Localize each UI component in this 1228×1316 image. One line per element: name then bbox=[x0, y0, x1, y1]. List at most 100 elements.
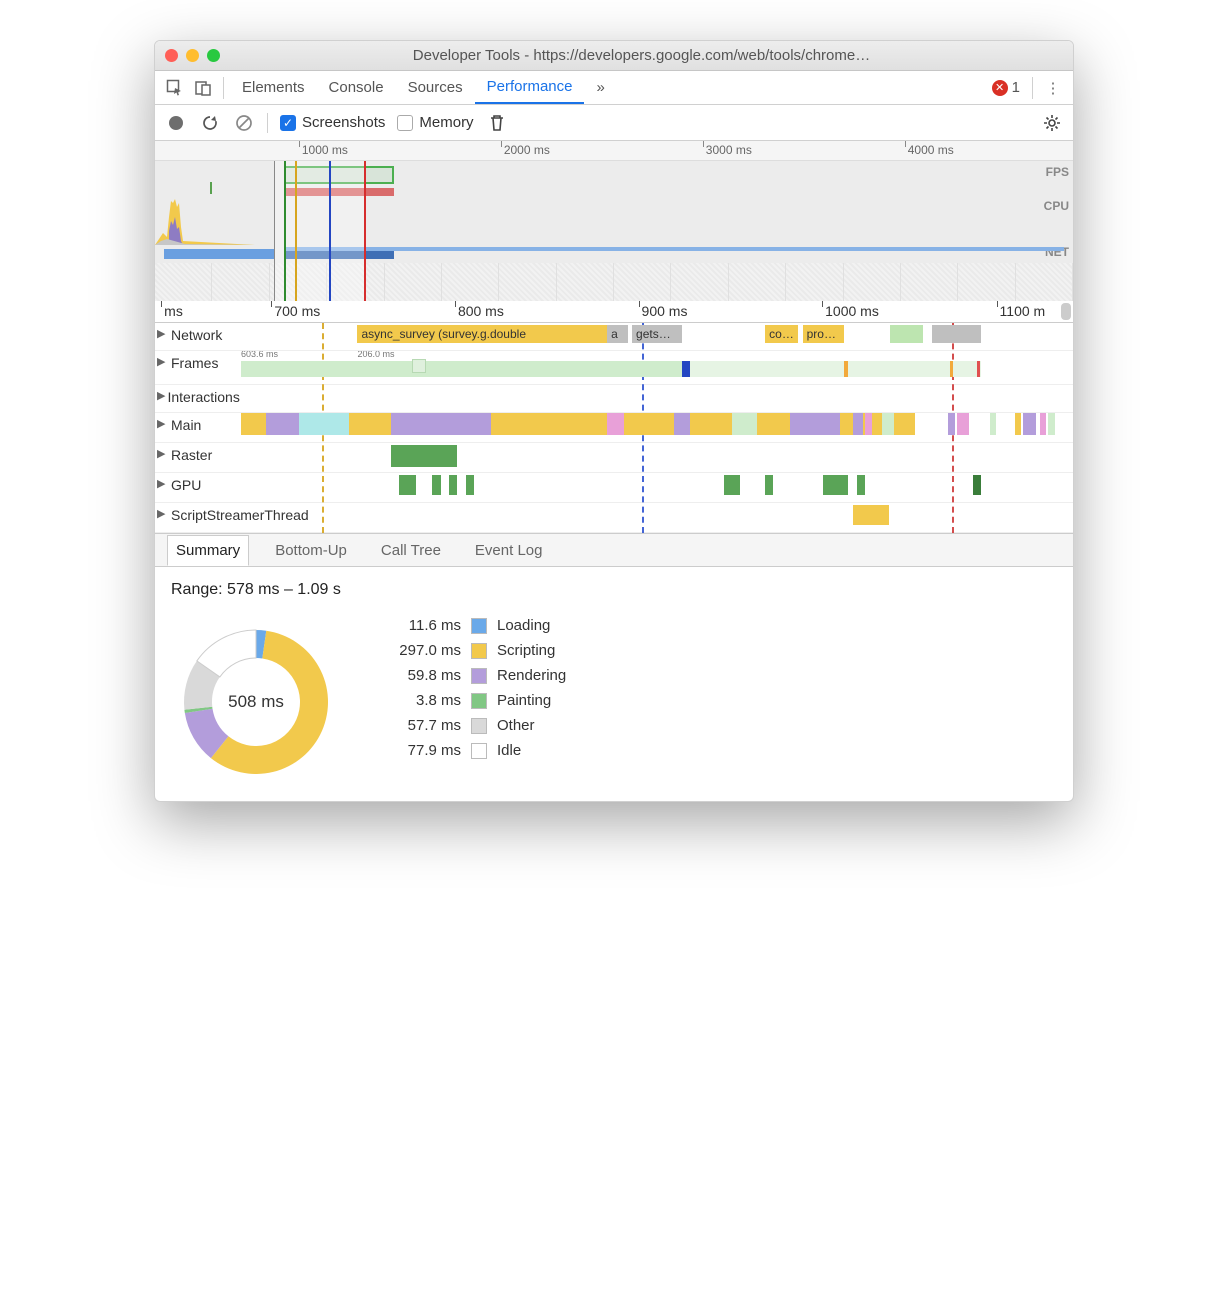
window-controls bbox=[165, 49, 220, 62]
disclosure-icon[interactable]: ▶ bbox=[157, 447, 169, 460]
legend-value: 3.8 ms bbox=[381, 692, 461, 709]
flame-chunk[interactable] bbox=[491, 413, 524, 435]
device-toolbar-icon[interactable] bbox=[189, 74, 217, 102]
flame-chunk[interactable] bbox=[757, 413, 790, 435]
tab-event-log[interactable]: Event Log bbox=[467, 536, 551, 565]
tab-call-tree[interactable]: Call Tree bbox=[373, 536, 449, 565]
ruler-tick: 4000 ms bbox=[908, 143, 954, 157]
ruler-tick: 700 ms bbox=[274, 303, 320, 319]
checkbox-icon bbox=[397, 115, 413, 131]
flame-chunk[interactable] bbox=[1048, 413, 1055, 435]
record-button[interactable] bbox=[165, 112, 187, 134]
flame-chunk[interactable] bbox=[524, 413, 607, 435]
flame-chunk[interactable] bbox=[957, 413, 969, 435]
tab-performance[interactable]: Performance bbox=[475, 71, 585, 104]
clear-button[interactable] bbox=[233, 112, 255, 134]
flame-chunk[interactable] bbox=[391, 413, 491, 435]
network-request-bar[interactable]: gets… bbox=[632, 325, 682, 343]
ruler-tick: 1000 ms bbox=[825, 303, 879, 319]
disclosure-icon[interactable]: ▶ bbox=[157, 417, 169, 430]
flame-chunk[interactable] bbox=[1023, 413, 1035, 435]
tab-summary[interactable]: Summary bbox=[167, 535, 249, 566]
flame-chunk[interactable] bbox=[857, 413, 864, 435]
kebab-menu-icon[interactable]: ⋮ bbox=[1039, 74, 1067, 102]
flame-chunk[interactable] bbox=[241, 413, 266, 435]
track-frames[interactable]: ▶Frames 603.6 ms 206.0 ms bbox=[155, 351, 1073, 385]
settings-gear-icon[interactable] bbox=[1041, 112, 1063, 134]
scrollbar-thumb[interactable] bbox=[1061, 303, 1071, 320]
flame-chunk[interactable] bbox=[948, 413, 955, 435]
marker-line bbox=[364, 161, 366, 301]
legend-swatch bbox=[471, 668, 487, 684]
network-request-bar[interactable]: a bbox=[607, 325, 628, 343]
network-request-bar[interactable]: pro… bbox=[803, 325, 845, 343]
tab-bottom-up[interactable]: Bottom-Up bbox=[267, 536, 355, 565]
memory-checkbox[interactable]: Memory bbox=[397, 114, 473, 131]
flame-chunk[interactable] bbox=[898, 413, 905, 435]
tab-console[interactable]: Console bbox=[317, 71, 396, 104]
summary-panel: Range: 578 ms – 1.09 s 508 ms 11.6 msLoa… bbox=[155, 567, 1073, 801]
detail-ruler[interactable]: ms 700 ms 800 ms 900 ms 1000 ms 1100 m bbox=[155, 301, 1073, 323]
flame-chunk[interactable] bbox=[674, 413, 691, 435]
track-interactions[interactable]: ▶Interactions bbox=[155, 385, 1073, 413]
flame-chunk[interactable] bbox=[266, 413, 299, 435]
flame-chunk[interactable] bbox=[882, 413, 894, 435]
flame-chunk[interactable] bbox=[840, 413, 852, 435]
tabs-overflow[interactable]: » bbox=[584, 71, 616, 104]
disclosure-icon[interactable]: ▶ bbox=[157, 327, 169, 340]
titlebar: Developer Tools - https://developers.goo… bbox=[155, 41, 1073, 71]
track-network[interactable]: ▶Network async_survey (survey.g.doubleag… bbox=[155, 323, 1073, 351]
legend-value: 57.7 ms bbox=[381, 717, 461, 734]
track-script-streamer[interactable]: ▶ScriptStreamerThread bbox=[155, 503, 1073, 533]
legend-row: 77.9 msIdle bbox=[381, 742, 566, 759]
screenshots-checkbox[interactable]: ✓ Screenshots bbox=[280, 114, 385, 131]
flame-chart-tracks[interactable]: ▶Network async_survey (survey.g.doubleag… bbox=[155, 323, 1073, 533]
error-count-badge[interactable]: ✕ 1 bbox=[992, 79, 1020, 96]
network-request-bar[interactable] bbox=[932, 325, 982, 343]
tab-sources[interactable]: Sources bbox=[396, 71, 475, 104]
ruler-tick: 3000 ms bbox=[706, 143, 752, 157]
disclosure-icon[interactable]: ▶ bbox=[157, 507, 169, 520]
legend-row: 11.6 msLoading bbox=[381, 617, 566, 634]
network-request-bar[interactable] bbox=[890, 325, 923, 343]
network-request-bar[interactable]: co… bbox=[765, 325, 798, 343]
track-raster[interactable]: ▶Raster bbox=[155, 443, 1073, 473]
close-window-button[interactable] bbox=[165, 49, 178, 62]
flame-chunk[interactable] bbox=[865, 413, 872, 435]
reload-button[interactable] bbox=[199, 112, 221, 134]
legend-swatch bbox=[471, 693, 487, 709]
ruler-tick: 2000 ms bbox=[504, 143, 550, 157]
flame-chunk[interactable] bbox=[1040, 413, 1047, 435]
overview-selection[interactable] bbox=[274, 161, 366, 301]
disclosure-icon[interactable]: ▶ bbox=[157, 477, 169, 490]
tab-elements[interactable]: Elements bbox=[230, 71, 317, 104]
flame-chunk[interactable] bbox=[732, 413, 757, 435]
legend-label: Loading bbox=[497, 617, 550, 634]
legend-swatch bbox=[471, 743, 487, 759]
track-label: Main bbox=[171, 417, 201, 433]
network-request-bar[interactable]: async_survey (survey.g.double bbox=[357, 325, 607, 343]
flame-chunk[interactable] bbox=[690, 413, 732, 435]
flame-chunk[interactable] bbox=[990, 413, 997, 435]
flame-chunk[interactable] bbox=[1015, 413, 1022, 435]
marker-line bbox=[295, 161, 297, 301]
track-main[interactable]: ▶Main bbox=[155, 413, 1073, 443]
ruler-tick: 1000 ms bbox=[302, 143, 348, 157]
flame-chunk[interactable] bbox=[607, 413, 624, 435]
minimize-window-button[interactable] bbox=[186, 49, 199, 62]
disclosure-icon[interactable]: ▶ bbox=[157, 355, 169, 368]
divider bbox=[1032, 77, 1033, 99]
flame-chunk[interactable] bbox=[299, 413, 349, 435]
overview-timeline[interactable]: 1000 ms 2000 ms 3000 ms 4000 ms FPS CPU … bbox=[155, 141, 1073, 301]
devtools-window: Developer Tools - https://developers.goo… bbox=[154, 40, 1074, 802]
devtools-tabstrip: Elements Console Sources Performance » ✕… bbox=[155, 71, 1073, 105]
disclosure-icon[interactable]: ▶ bbox=[157, 389, 165, 402]
flame-chunk[interactable] bbox=[349, 413, 391, 435]
window-title: Developer Tools - https://developers.goo… bbox=[220, 47, 1063, 64]
track-gpu[interactable]: ▶GPU bbox=[155, 473, 1073, 503]
garbage-collect-button[interactable] bbox=[486, 112, 508, 134]
inspect-element-icon[interactable] bbox=[161, 74, 189, 102]
zoom-window-button[interactable] bbox=[207, 49, 220, 62]
cpu-label: CPU bbox=[1044, 199, 1069, 213]
flame-chunk[interactable] bbox=[624, 413, 674, 435]
